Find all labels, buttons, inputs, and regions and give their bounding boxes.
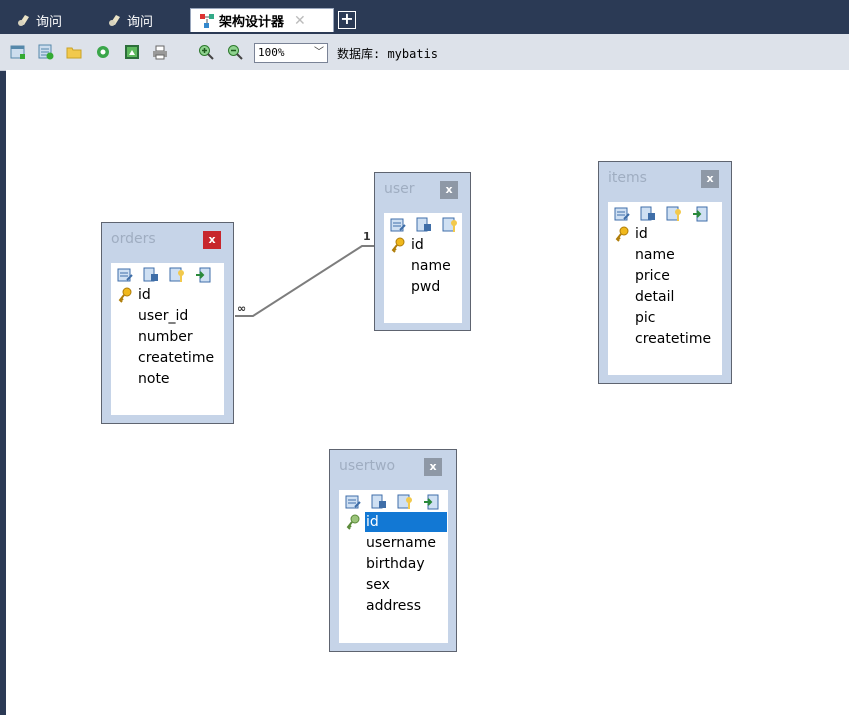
field-row[interactable]: createtime: [111, 348, 224, 369]
cardinality-many: ∞: [237, 302, 246, 315]
field-row[interactable]: detail: [608, 287, 722, 308]
field-name: id: [365, 512, 447, 532]
table-user[interactable]: user x id name pwd: [374, 172, 471, 331]
field-name: user_id: [138, 308, 189, 324]
table-title: orders: [111, 231, 156, 247]
close-icon[interactable]: x: [440, 181, 458, 199]
field-name: createtime: [635, 331, 712, 347]
field-row[interactable]: number: [111, 327, 224, 348]
field-name: price: [635, 268, 670, 284]
field-name: id: [138, 287, 151, 303]
field-name: pwd: [411, 279, 441, 295]
field-row[interactable]: birthday: [339, 554, 448, 575]
field-name: note: [138, 371, 170, 387]
field-name: address: [366, 598, 422, 614]
field-name: username: [366, 535, 436, 551]
field-row[interactable]: createtime: [608, 329, 722, 350]
field-name: id: [411, 237, 424, 253]
table-toolbar: [111, 263, 224, 285]
table-body: id name price detail pic createtime: [608, 202, 722, 375]
field-row[interactable]: price: [608, 266, 722, 287]
field-row-selected[interactable]: id: [339, 512, 448, 533]
table-body: id name pwd: [384, 213, 462, 323]
foreign-keys-icon[interactable]: [397, 494, 413, 510]
field-row[interactable]: username: [339, 533, 448, 554]
key-icon: [118, 287, 132, 303]
foreign-keys-icon[interactable]: [169, 267, 185, 283]
cardinality-one: 1: [363, 230, 371, 243]
field-name: id: [635, 226, 648, 242]
field-row[interactable]: id: [384, 235, 462, 256]
field-name: sex: [366, 577, 390, 593]
key-icon: [391, 237, 405, 253]
table-toolbar: [339, 490, 448, 512]
field-name: createtime: [138, 350, 215, 366]
indexes-icon[interactable]: [640, 206, 656, 222]
triggers-icon[interactable]: [692, 206, 708, 222]
table-usertwo[interactable]: usertwo x id username birthday sex addre…: [329, 449, 457, 652]
field-name: name: [411, 258, 451, 274]
key-icon: [615, 226, 629, 242]
triggers-icon[interactable]: [195, 267, 211, 283]
field-name: detail: [635, 289, 675, 305]
table-toolbar: [608, 202, 722, 224]
close-icon[interactable]: x: [424, 458, 442, 476]
foreign-keys-icon[interactable]: [442, 217, 458, 233]
table-orders[interactable]: orders x id user_id number createtime no…: [101, 222, 234, 424]
table-items[interactable]: items x id name price detail pic createt…: [598, 161, 732, 384]
close-icon[interactable]: x: [203, 231, 221, 249]
table-title: user: [384, 181, 415, 197]
field-row[interactable]: user_id: [111, 306, 224, 327]
field-row[interactable]: id: [608, 224, 722, 245]
field-row[interactable]: pic: [608, 308, 722, 329]
edit-table-icon[interactable]: [117, 267, 133, 283]
close-icon[interactable]: x: [701, 170, 719, 188]
table-toolbar: [384, 213, 462, 235]
field-row[interactable]: name: [608, 245, 722, 266]
table-body: id user_id number createtime note: [111, 263, 224, 415]
field-name: pic: [635, 310, 656, 326]
field-name: number: [138, 329, 193, 345]
field-row[interactable]: address: [339, 596, 448, 617]
field-row[interactable]: sex: [339, 575, 448, 596]
edit-table-icon[interactable]: [614, 206, 630, 222]
table-title: usertwo: [339, 458, 396, 474]
field-row[interactable]: note: [111, 369, 224, 390]
indexes-icon[interactable]: [416, 217, 432, 233]
key-icon: [346, 514, 360, 530]
field-row[interactable]: pwd: [384, 277, 462, 298]
field-row[interactable]: id: [111, 285, 224, 306]
foreign-keys-icon[interactable]: [666, 206, 682, 222]
field-name: birthday: [366, 556, 425, 572]
indexes-icon[interactable]: [371, 494, 387, 510]
table-title: items: [608, 170, 647, 186]
edit-table-icon[interactable]: [390, 217, 406, 233]
triggers-icon[interactable]: [423, 494, 439, 510]
field-name: name: [635, 247, 675, 263]
field-row[interactable]: name: [384, 256, 462, 277]
table-body: id username birthday sex address: [339, 490, 448, 643]
indexes-icon[interactable]: [143, 267, 159, 283]
edit-table-icon[interactable]: [345, 494, 361, 510]
